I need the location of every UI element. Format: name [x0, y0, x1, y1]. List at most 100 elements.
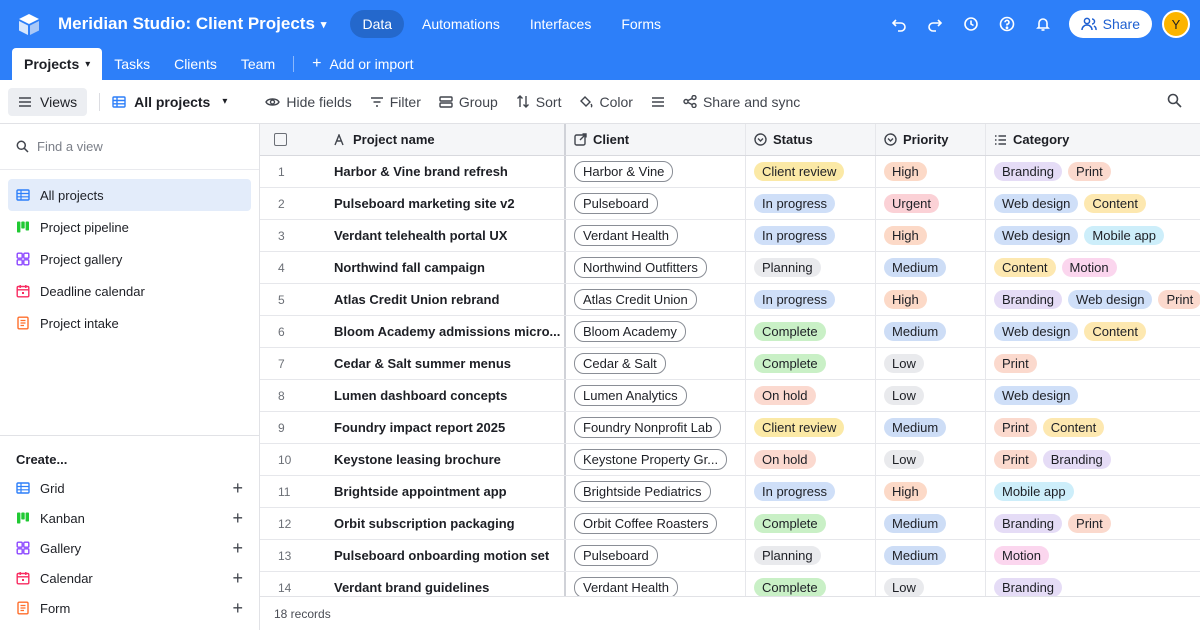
- client-cell[interactable]: Harbor & Vine: [566, 156, 746, 187]
- project-name-cell[interactable]: Verdant telehealth portal UX: [326, 220, 566, 251]
- priority-cell[interactable]: Medium: [876, 508, 986, 539]
- column-header-project-name[interactable]: Project name: [326, 124, 566, 155]
- plus-icon[interactable]: +: [232, 508, 243, 529]
- table-row[interactable]: 9 Foundry impact report 2025 Foundry Nonpr…: [260, 412, 1200, 444]
- category-cell[interactable]: Print Content: [986, 412, 1200, 443]
- view-item[interactable]: Project pipeline: [8, 211, 251, 243]
- row-height-button[interactable]: [651, 96, 665, 108]
- view-item[interactable]: Deadline calendar: [8, 275, 251, 307]
- color-button[interactable]: Color: [579, 94, 633, 110]
- status-cell[interactable]: Planning: [746, 540, 876, 571]
- history-icon[interactable]: [953, 8, 989, 40]
- project-name-cell[interactable]: Verdant brand guidelines: [326, 572, 566, 596]
- table-row[interactable]: 4 Northwind fall campaign Northwind Outfit…: [260, 252, 1200, 284]
- category-cell[interactable]: Branding Print: [986, 508, 1200, 539]
- status-cell[interactable]: Complete: [746, 508, 876, 539]
- priority-cell[interactable]: High: [876, 156, 986, 187]
- client-cell[interactable]: Lumen Analytics: [566, 380, 746, 411]
- priority-cell[interactable]: Low: [876, 380, 986, 411]
- group-button[interactable]: Group: [439, 94, 498, 110]
- project-name-cell[interactable]: Brightside appointment app: [326, 476, 566, 507]
- category-cell[interactable]: Web design Content: [986, 316, 1200, 347]
- client-cell[interactable]: Northwind Outfitters: [566, 252, 746, 283]
- status-cell[interactable]: Complete: [746, 348, 876, 379]
- views-toggle-button[interactable]: Views: [8, 87, 88, 116]
- column-header-category[interactable]: Category: [986, 124, 1200, 155]
- table-row[interactable]: 11 Brightside appointment app Brightside P…: [260, 476, 1200, 508]
- create-view-item[interactable]: Kanban +: [0, 503, 259, 533]
- category-cell[interactable]: Web design Mobile app: [986, 220, 1200, 251]
- client-cell[interactable]: Cedar & Salt: [566, 348, 746, 379]
- project-name-cell[interactable]: Lumen dashboard concepts: [326, 380, 566, 411]
- avatar[interactable]: Y: [1162, 10, 1190, 38]
- column-header-status[interactable]: Status: [746, 124, 876, 155]
- view-item[interactable]: Project gallery: [8, 243, 251, 275]
- column-header-priority[interactable]: Priority: [876, 124, 986, 155]
- priority-cell[interactable]: Urgent: [876, 188, 986, 219]
- table-row[interactable]: 14 Verdant brand guidelines Verdant Health…: [260, 572, 1200, 596]
- project-name-cell[interactable]: Atlas Credit Union rebrand: [326, 284, 566, 315]
- client-cell[interactable]: Orbit Coffee Roasters: [566, 508, 746, 539]
- add-or-import-button[interactable]: + Add or import: [300, 48, 425, 80]
- create-view-item[interactable]: Calendar +: [0, 563, 259, 593]
- filter-button[interactable]: Filter: [370, 94, 421, 110]
- create-view-item[interactable]: Form +: [0, 593, 259, 623]
- create-view-item[interactable]: Gallery +: [0, 533, 259, 563]
- status-cell[interactable]: On hold: [746, 380, 876, 411]
- table-row[interactable]: 5 Atlas Credit Union rebrand Atlas Credit …: [260, 284, 1200, 316]
- sort-button[interactable]: Sort: [516, 94, 561, 110]
- client-cell[interactable]: Foundry Nonprofit Lab: [566, 412, 746, 443]
- project-name-cell[interactable]: Keystone leasing brochure: [326, 444, 566, 475]
- priority-cell[interactable]: High: [876, 220, 986, 251]
- share-button[interactable]: Share: [1068, 10, 1152, 38]
- client-cell[interactable]: Atlas Credit Union: [566, 284, 746, 315]
- category-cell[interactable]: Web design Content: [986, 188, 1200, 219]
- nav-data[interactable]: Data: [350, 10, 405, 38]
- find-view-input[interactable]: [37, 139, 237, 154]
- priority-cell[interactable]: Medium: [876, 252, 986, 283]
- current-view-button[interactable]: All projects ▾: [112, 94, 227, 110]
- category-cell[interactable]: Branding: [986, 572, 1200, 596]
- base-title[interactable]: Meridian Studio: Client Projects ▾: [58, 14, 326, 34]
- project-name-cell[interactable]: Pulseboard marketing site v2: [326, 188, 566, 219]
- project-name-cell[interactable]: Foundry impact report 2025: [326, 412, 566, 443]
- search-icon[interactable]: [1167, 93, 1182, 111]
- table-row[interactable]: 2 Pulseboard marketing site v2 Pulseboard I…: [260, 188, 1200, 220]
- table-row[interactable]: 6 Bloom Academy admissions micro... Bloom …: [260, 316, 1200, 348]
- table-row[interactable]: 1 Harbor & Vine brand refresh Harbor & Vin…: [260, 156, 1200, 188]
- share-and-sync-button[interactable]: Share and sync: [683, 94, 800, 110]
- select-all-checkbox[interactable]: [274, 133, 287, 146]
- priority-cell[interactable]: Medium: [876, 316, 986, 347]
- help-icon[interactable]: [989, 8, 1025, 40]
- status-cell[interactable]: Client review: [746, 156, 876, 187]
- redo-icon[interactable]: [917, 8, 953, 40]
- priority-cell[interactable]: Medium: [876, 540, 986, 571]
- table-row[interactable]: 10 Keystone leasing brochure Keystone Prop…: [260, 444, 1200, 476]
- status-cell[interactable]: In progress: [746, 188, 876, 219]
- base-logo-icon[interactable]: [16, 11, 42, 37]
- nav-forms[interactable]: Forms: [609, 10, 673, 38]
- nav-interfaces[interactable]: Interfaces: [518, 10, 603, 38]
- nav-automations[interactable]: Automations: [410, 10, 512, 38]
- client-cell[interactable]: Pulseboard: [566, 188, 746, 219]
- table-row[interactable]: 12 Orbit subscription packaging Orbit Coff…: [260, 508, 1200, 540]
- tab-tasks[interactable]: Tasks: [102, 48, 162, 80]
- status-cell[interactable]: In progress: [746, 220, 876, 251]
- tab-clients[interactable]: Clients: [162, 48, 229, 80]
- status-cell[interactable]: Complete: [746, 572, 876, 596]
- status-cell[interactable]: Planning: [746, 252, 876, 283]
- table-row[interactable]: 8 Lumen dashboard concepts Lumen Analytics…: [260, 380, 1200, 412]
- status-cell[interactable]: Complete: [746, 316, 876, 347]
- bell-icon[interactable]: [1025, 8, 1061, 40]
- category-cell[interactable]: Content Motion: [986, 252, 1200, 283]
- priority-cell[interactable]: Low: [876, 348, 986, 379]
- plus-icon[interactable]: +: [232, 538, 243, 559]
- category-cell[interactable]: Web design: [986, 380, 1200, 411]
- table-row[interactable]: 3 Verdant telehealth portal UX Verdant Hea…: [260, 220, 1200, 252]
- view-item[interactable]: Project intake: [8, 307, 251, 339]
- table-row[interactable]: 13 Pulseboard onboarding motion set Pulseb…: [260, 540, 1200, 572]
- client-cell[interactable]: Pulseboard: [566, 540, 746, 571]
- category-cell[interactable]: Print Branding: [986, 444, 1200, 475]
- priority-cell[interactable]: Medium: [876, 412, 986, 443]
- priority-cell[interactable]: Low: [876, 444, 986, 475]
